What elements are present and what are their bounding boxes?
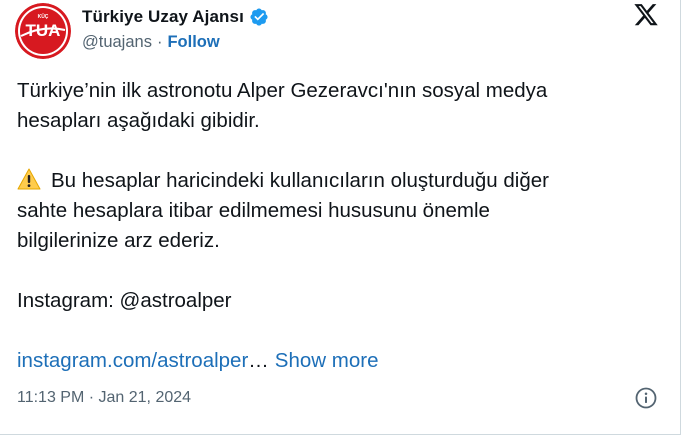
separator-dot: · (156, 33, 163, 51)
show-more-button[interactable]: Show more (275, 349, 379, 372)
avatar-text: TUA (26, 21, 61, 40)
info-icon[interactable] (635, 387, 657, 409)
follow-button[interactable]: Follow (167, 33, 219, 52)
tweet-text: Türkiye’nin ilk astronotu Alper Gezeravc… (17, 76, 667, 376)
tweet-link-line: instagram.com/astroalper… Show more (17, 346, 667, 376)
avatar-small-text: KÜÇ (38, 13, 49, 20)
tweet-card: TUA KÜÇ Türkiye Uzay Ajansı @tuajans · F… (0, 0, 681, 435)
tweet-line: Bu hesaplar haricindeki kullanıcıların o… (51, 169, 549, 192)
avatar[interactable]: TUA KÜÇ (15, 3, 71, 59)
tweet-line: sahte hesaplara itibar edilmemesi hususu… (17, 199, 490, 222)
tweet-line: Instagram: @astroalper (17, 289, 232, 312)
instagram-link[interactable]: instagram.com/astroalper (17, 349, 248, 372)
tua-logo-icon: TUA KÜÇ (15, 3, 71, 59)
author-display-name[interactable]: Türkiye Uzay Ajansı (82, 7, 244, 27)
tweet-warning-line: Bu hesaplar haricindeki kullanıcıların o… (17, 166, 667, 196)
ellipsis: … (248, 349, 269, 372)
tweet-line: hesapları aşağıdaki gibidir. (17, 109, 260, 132)
author-handle[interactable]: @tuajans (82, 33, 152, 52)
author-name-row: Türkiye Uzay Ajansı (82, 5, 269, 29)
warning-icon (17, 168, 41, 190)
tweet-line: Türkiye’nin ilk astronotu Alper Gezeravc… (17, 79, 548, 102)
author-handle-row: @tuajans · Follow (82, 33, 220, 52)
verified-badge-icon (249, 7, 269, 27)
tweet-line: bilgilerinize arz ederiz. (17, 229, 220, 252)
tweet-timestamp[interactable]: 11:13 PM · Jan 21, 2024 (17, 389, 191, 407)
x-logo-icon[interactable] (633, 4, 659, 28)
